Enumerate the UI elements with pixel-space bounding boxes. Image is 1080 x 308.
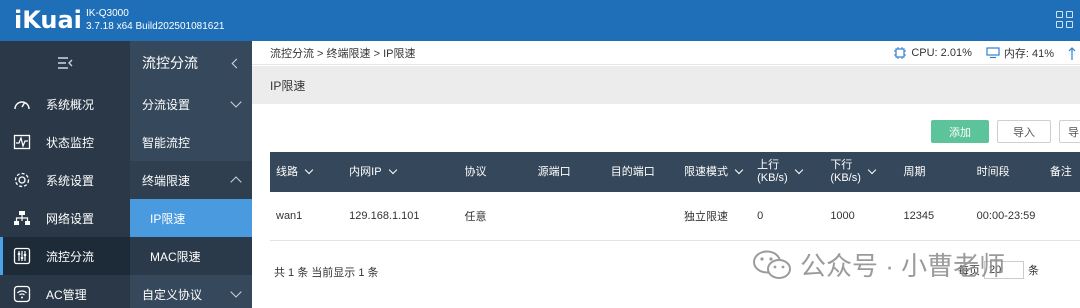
cell-time-range: 00:00-23:59 [976,209,1036,222]
chevron-down-icon [794,165,803,175]
cell-src-port [532,192,605,240]
cpu-value: CPU: 2.01% [911,47,972,59]
cell-download: 1000 [830,209,855,222]
subnav-item-label: 终端限速 [142,173,191,188]
cell-cycle: 12345 [903,209,935,222]
cpu-stat: CPU: 2.01% [893,46,972,60]
device-model: IK-Q3000 [86,8,129,19]
chevron-down-icon [230,96,242,108]
firmware-version: 3.7.18 x64 Build202501081621 [86,21,225,32]
sub-sidebar: 流控分流 分流设置 智能流控 终端限速 IP限速 MAC限速 自定义协议 [130,41,252,308]
sidebar-item-system-settings[interactable]: 系统设置 [0,161,130,199]
subnav-item-split-settings[interactable]: 分流设置 [130,85,252,123]
sidebar-item-ac[interactable]: AC管理 [0,275,130,308]
import-button[interactable]: 导入 [997,120,1051,143]
sidebar-item-label: 系统设置 [46,173,95,188]
cell-line: wan1 [276,209,303,222]
page-title: IP限速 [252,66,1080,104]
sidebar-item-label: 状态监控 [46,135,95,150]
subnav-item-label: MAC限速 [150,249,201,264]
cell-dst-port [605,192,678,240]
dashboard-icon [12,94,32,114]
subnav-item-custom-protocol[interactable]: 自定义协议 [130,275,252,308]
cell-remark [1044,192,1080,240]
system-stats: CPU: 2.01% 内存: 41% [893,41,1080,65]
sidebar-item-overview[interactable]: 系统概况 [0,85,130,123]
col-dst-port: 目的端口 [610,165,655,178]
cpu-icon [894,47,907,59]
per-page-unit: 条 [1028,265,1039,277]
export-button[interactable]: 导 [1059,120,1080,143]
sidebar-item-label: AC管理 [46,287,87,302]
cell-upload: 0 [757,209,764,222]
subnav-item-terminal-limit[interactable]: 终端限速 [130,161,252,199]
table-row[interactable]: wan1 129.168.1.101 任意 独立限速 0 1000 12345 … [270,192,1080,240]
table-header-row: 线路 内网IP 协议 源端口 目的端口 限速模式 上行 (KB/s) 下行 (K… [270,152,1080,192]
cell-limit-mode: 独立限速 [683,210,728,223]
col-line[interactable]: 线路 [270,152,343,192]
sidebar-item-label: 流控分流 [46,249,95,264]
subnav-item-label: 自定义协议 [142,287,203,302]
chevron-down-icon [867,165,877,175]
subnav-item-label: 智能流控 [142,135,191,150]
sidebar-item-flow-control[interactable]: 流控分流 [0,237,130,275]
ip-limit-table: 线路 内网IP 协议 源端口 目的端口 限速模式 上行 (KB/s) 下行 (K… [270,152,1080,241]
col-src-port: 源端口 [537,165,571,178]
device-info: IK-Q3000 3.7.18 x64 Build202501081621 [86,7,224,33]
col-remark: 备注 [1049,165,1072,178]
subnav-item-mac-limit[interactable]: MAC限速 [130,237,252,275]
breadcrumb-bar: 流控分流 > 终端限速 > IP限速 CPU: 2.01% 内存: 41% [252,41,1080,65]
gear-icon [12,170,32,190]
monitor-icon [12,132,32,152]
col-lan-ip[interactable]: 内网IP [343,152,458,192]
chevron-down-icon [388,165,397,175]
watermark-text: 公众号 · 小曹老师 [800,251,1006,281]
subnav-item-label: 分流设置 [142,97,191,112]
sidebar-item-monitor[interactable]: 状态监控 [0,123,130,161]
col-limit-mode[interactable]: 限速模式 [678,152,751,192]
sidebar-item-network[interactable]: 网络设置 [0,199,130,237]
col-protocol: 协议 [464,165,487,178]
memory-icon [986,47,1000,59]
upload-stat [1068,46,1080,60]
subnav-item-smart-flow[interactable]: 智能流控 [130,123,252,161]
arrow-up-icon [1068,47,1076,60]
wifi-icon [12,284,32,304]
subnav-title-text: 流控分流 [142,55,198,71]
chevron-up-icon [230,176,242,188]
chevron-down-icon [734,165,744,175]
sidebar-item-label: 网络设置 [46,211,95,226]
cell-protocol: 任意 [464,210,487,223]
toolbar: 添加 导入 导 [931,120,1080,143]
logo: iKuai [14,6,82,34]
network-icon [12,208,32,228]
breadcrumb: 流控分流 > 终端限速 > IP限速 [270,47,416,60]
menu-collapse-icon [58,57,73,69]
chevron-down-icon [230,286,242,298]
sidebar-item-label: 系统概况 [46,97,95,112]
wechat-icon [753,250,791,279]
memory-value: 内存: 41% [1003,48,1054,60]
col-upload[interactable]: 上行 (KB/s) [751,152,824,192]
watermark: 公众号 · 小曹老师 [752,246,1005,283]
col-download[interactable]: 下行 (KB/s) [824,152,897,192]
main-sidebar: 系统概况 状态监控 系统设置 网络设置 流控分流 AC管理 [0,41,130,308]
cell-lan-ip: 129.168.1.101 [349,209,420,222]
subnav-item-label: IP限速 [150,211,186,226]
flow-control-icon [12,246,32,266]
add-button[interactable]: 添加 [931,120,989,143]
col-time-range: 时间段 [976,165,1010,178]
top-bar: iKuai IK-Q3000 3.7.18 x64 Build202501081… [0,0,1080,41]
subnav-item-ip-limit[interactable]: IP限速 [130,199,252,237]
table-summary: 共 1 条 当前显示 1 条 [274,267,379,279]
memory-stat: 内存: 41% [986,45,1054,61]
subnav-title: 流控分流 [130,41,252,85]
chevron-down-icon [304,165,314,175]
apps-grid-icon[interactable] [1056,11,1074,29]
sidebar-collapse-button[interactable] [0,41,130,85]
chevron-left-icon[interactable] [231,58,242,68]
col-cycle: 周期 [903,165,926,178]
